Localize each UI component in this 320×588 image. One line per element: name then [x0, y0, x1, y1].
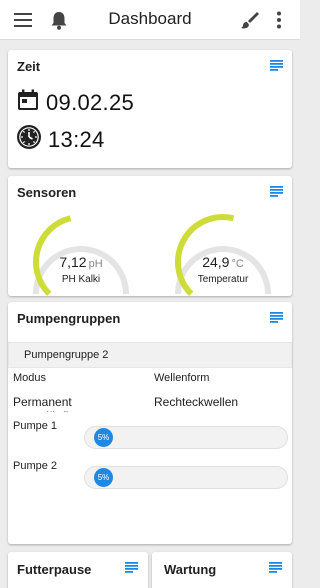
card-title-zeit: Zeit [17, 59, 41, 74]
gauge-value-ph: 7,12 [59, 254, 87, 270]
card-title-wartung: Wartung [164, 562, 217, 577]
gauge-value-temperature: 24,9 [202, 254, 230, 270]
date-row: 09.02.25 [16, 88, 134, 117]
futterpause-card: Futterpause [8, 552, 148, 588]
list-menu-icon[interactable] [270, 310, 283, 328]
gauge-label-temperature: Temperatur [197, 274, 249, 285]
gauge-unit-temperature: °C [231, 258, 244, 270]
pump-1-slider[interactable]: 5% [84, 426, 288, 449]
hamburger-menu-icon[interactable] [14, 0, 32, 40]
modus-value: Permanent gegenläufig [13, 395, 75, 412]
more-vertical-icon[interactable] [276, 0, 282, 40]
modus-label: Modus [13, 372, 47, 384]
gauge-temperature: 24,9 °C Temperatur [168, 212, 278, 296]
gauge-label-ph: PH Kalki [61, 274, 101, 285]
list-menu-icon[interactable] [125, 560, 138, 578]
list-menu-icon[interactable] [270, 58, 283, 76]
pump-2-slider-handle[interactable]: 5% [94, 468, 113, 487]
time-row: 13:24 [16, 124, 105, 155]
wellenform-value: Rechteckwellen [154, 395, 239, 409]
pump-1-label: Pumpe 1 [13, 420, 58, 432]
pumpengruppen-card: Pumpengruppen Pumpengruppe 2 Modus Welle… [8, 302, 292, 544]
wartung-card: Wartung [152, 552, 292, 588]
card-title-pumpengruppen: Pumpengruppen [17, 311, 121, 326]
bell-icon[interactable] [50, 0, 68, 40]
pump-2-slider[interactable]: 5% [84, 466, 288, 489]
gauge-ph: 7,12 pH PH Kalki [26, 212, 136, 296]
gauge-unit-ph: pH [88, 258, 103, 270]
pump-group-name: Pumpengruppe 2 [24, 349, 109, 361]
date-value: 09.02.25 [46, 89, 135, 115]
pump-2-label: Pumpe 2 [13, 460, 58, 472]
pump-group-selector[interactable]: Pumpengruppe 2 [8, 342, 292, 368]
pump-1-slider-handle[interactable]: 5% [94, 428, 113, 447]
calendar-icon [16, 88, 40, 117]
brush-icon[interactable] [240, 0, 260, 40]
zeit-card: Zeit 09.02.25 13:24 [8, 50, 292, 168]
wellenform-label: Wellenform [154, 372, 210, 384]
list-menu-icon[interactable] [269, 560, 282, 578]
list-menu-icon[interactable] [270, 184, 283, 202]
sensoren-card: Sensoren 7,12 pH PH Kalki 24,9 °C Temperat… [8, 176, 292, 296]
clock-icon [16, 124, 42, 155]
time-value: 13:24 [48, 126, 105, 152]
card-title-futterpause: Futterpause [17, 562, 92, 577]
app-bar: Dashboard [0, 0, 300, 40]
card-title-sensoren: Sensoren [17, 185, 77, 200]
